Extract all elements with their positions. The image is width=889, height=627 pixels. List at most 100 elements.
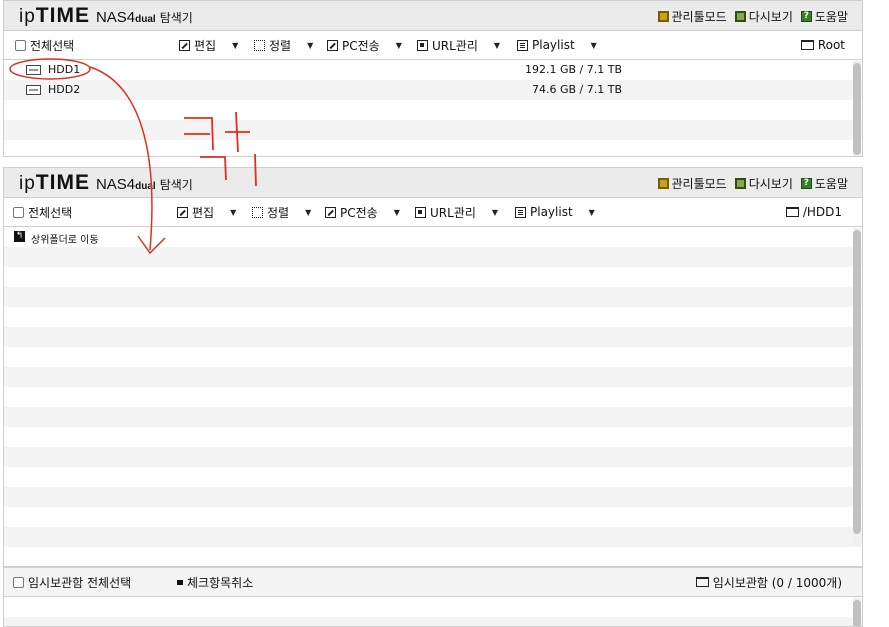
playlist-menu[interactable]: Playlist ▼ — [515, 198, 595, 226]
url-manage-caret-icon: ▼ — [493, 40, 501, 50]
sort-caret-icon: ▼ — [307, 40, 314, 50]
parent-folder-row[interactable]: ↰ 상위폴더로 이동 — [4, 227, 862, 247]
list-item-name[interactable]: HDD1 — [48, 63, 80, 76]
select-all[interactable]: 전체선택 — [13, 198, 72, 226]
sort-menu[interactable]: 정렬 ▼ — [254, 31, 313, 59]
select-all-checkbox[interactable] — [15, 39, 26, 51]
folder-icon — [800, 40, 814, 50]
toolbar: 전체선택 편집 ▼ 정렬 ▼ PC전송 ▼ URL관리 ▼ Playlist ▼ /HDD… — [4, 198, 862, 227]
sort-menu[interactable]: 정렬 ▼ — [252, 198, 311, 226]
current-path: /HDD1 — [785, 198, 842, 226]
list-item-size: 74.6 GB / 7.1 TB — [531, 83, 622, 96]
refresh-icon — [734, 11, 746, 22]
edit-caret-icon: ▼ — [232, 40, 239, 50]
brand-explorer: 탐색기 — [159, 178, 193, 192]
edit-caret-icon: ▼ — [230, 207, 237, 217]
storage-select-all-label: 임시보관함 전체선택 — [28, 575, 132, 590]
hdd-icon — [26, 85, 41, 95]
brand-dual: dual — [135, 181, 156, 192]
storage-list — [4, 597, 862, 626]
admin-icon — [657, 178, 669, 189]
admin-mode-label: 관리툴모드 — [671, 10, 727, 24]
scrollbar[interactable] — [853, 61, 861, 156]
help-icon: ? — [800, 11, 812, 22]
brand-logo: ip TIME NAS4 dual 탐색기 — [19, 4, 193, 28]
help-label: 도움말 — [814, 177, 848, 191]
playlist-icon — [515, 206, 526, 218]
playlist-caret-icon: ▼ — [590, 40, 597, 50]
current-path: Root — [800, 31, 845, 59]
sort-label: 정렬 — [267, 205, 290, 220]
pc-transfer-menu[interactable]: PC전송 ▼ — [327, 31, 402, 59]
brand-ip: ip — [19, 6, 36, 27]
select-all-label: 전체선택 — [30, 38, 75, 53]
url-manage-icon — [417, 39, 428, 51]
temp-storage-panel: 임시보관함 전체선택 체크항목취소 임시보관함 (0 / 1000개) — [3, 567, 863, 627]
playlist-label: Playlist — [532, 38, 575, 52]
refresh-link[interactable]: 다시보기 — [734, 175, 793, 192]
playlist-label: Playlist — [530, 205, 573, 219]
playlist-caret-icon: ▼ — [588, 207, 595, 217]
sort-label: 정렬 — [269, 38, 292, 53]
help-link[interactable]: ? 도움말 — [800, 8, 848, 25]
select-all-checkbox[interactable] — [13, 206, 24, 218]
edit-icon — [179, 39, 190, 51]
admin-icon — [657, 11, 669, 22]
explorer-panel-hdd1: ip TIME NAS4 dual 탐색기 관리툴모드 다시보기 ? 도움말 전체… — [3, 167, 863, 567]
scrollbar[interactable] — [853, 228, 861, 546]
pc-transfer-icon — [327, 39, 338, 51]
edit-label: 편집 — [192, 205, 215, 220]
brand-time: TIME — [35, 4, 90, 27]
help-icon: ? — [800, 178, 812, 189]
help-link[interactable]: ? 도움말 — [800, 175, 848, 192]
edit-menu[interactable]: 편집 ▼ — [179, 31, 238, 59]
explorer-panel-root: ip TIME NAS4 dual 탐색기 관리툴모드 다시보기 ? 도움말 전체… — [3, 0, 863, 157]
edit-label: 편집 — [194, 38, 217, 53]
current-path-label: Root — [817, 38, 845, 52]
scrollbar[interactable] — [853, 598, 861, 626]
admin-mode-link[interactable]: 관리툴모드 — [657, 8, 727, 25]
url-manage-caret-icon: ▼ — [491, 207, 499, 217]
url-manage-menu[interactable]: URL관리 ▼ — [415, 198, 498, 226]
list-item[interactable]: HDD1 192.1 GB / 7.1 TB — [4, 60, 862, 80]
pc-transfer-menu[interactable]: PC전송 ▼ — [325, 198, 400, 226]
select-all[interactable]: 전체선택 — [15, 31, 74, 59]
edit-icon — [177, 206, 188, 218]
refresh-label: 다시보기 — [748, 10, 793, 24]
storage-select-all-checkbox[interactable] — [13, 576, 24, 588]
title-bar: ip TIME NAS4 dual 탐색기 관리툴모드 다시보기 ? 도움말 — [4, 168, 862, 198]
url-manage-menu[interactable]: URL관리 ▼ — [417, 31, 500, 59]
header-links: 관리툴모드 다시보기 ? 도움말 — [657, 8, 848, 25]
title-bar: ip TIME NAS4 dual 탐색기 관리툴모드 다시보기 ? 도움말 — [4, 1, 862, 31]
list-item[interactable]: HDD2 74.6 GB / 7.1 TB — [4, 80, 862, 100]
storage-count: 임시보관함 (0 / 1000개) — [695, 568, 842, 596]
playlist-menu[interactable]: Playlist ▼ — [517, 31, 597, 59]
hdd-icon — [26, 65, 41, 75]
list-item-name[interactable]: HDD2 — [48, 83, 80, 96]
admin-mode-link[interactable]: 관리툴모드 — [657, 175, 727, 192]
refresh-link[interactable]: 다시보기 — [734, 8, 793, 25]
parent-folder-label[interactable]: 상위폴더로 이동 — [31, 231, 99, 246]
refresh-icon — [734, 178, 746, 189]
edit-menu[interactable]: 편집 ▼ — [177, 198, 236, 226]
uncheck-items-label: 체크항목취소 — [187, 575, 254, 590]
brand-nas: NAS4 — [95, 176, 136, 193]
refresh-label: 다시보기 — [748, 177, 793, 191]
url-manage-label: URL관리 — [430, 205, 476, 220]
brand-dual: dual — [135, 14, 156, 25]
folder-icon — [695, 577, 709, 587]
pc-transfer-caret-icon: ▼ — [395, 40, 402, 50]
pc-transfer-label: PC전송 — [342, 38, 380, 53]
header-links: 관리툴모드 다시보기 ? 도움말 — [657, 175, 848, 192]
admin-mode-label: 관리툴모드 — [671, 177, 727, 191]
uncheck-items-button[interactable]: 체크항목취소 — [177, 568, 253, 596]
current-path-label: /HDD1 — [802, 205, 842, 219]
brand-logo: ip TIME NAS4 dual 탐색기 — [19, 171, 193, 195]
brand-nas: NAS4 — [95, 9, 136, 26]
parent-folder-icon: ↰ — [14, 231, 25, 242]
pc-transfer-label: PC전송 — [340, 205, 378, 220]
sort-icon — [254, 39, 265, 51]
storage-select-all[interactable]: 임시보관함 전체선택 — [13, 568, 131, 596]
brand-time: TIME — [35, 171, 90, 194]
select-all-label: 전체선택 — [28, 205, 73, 220]
